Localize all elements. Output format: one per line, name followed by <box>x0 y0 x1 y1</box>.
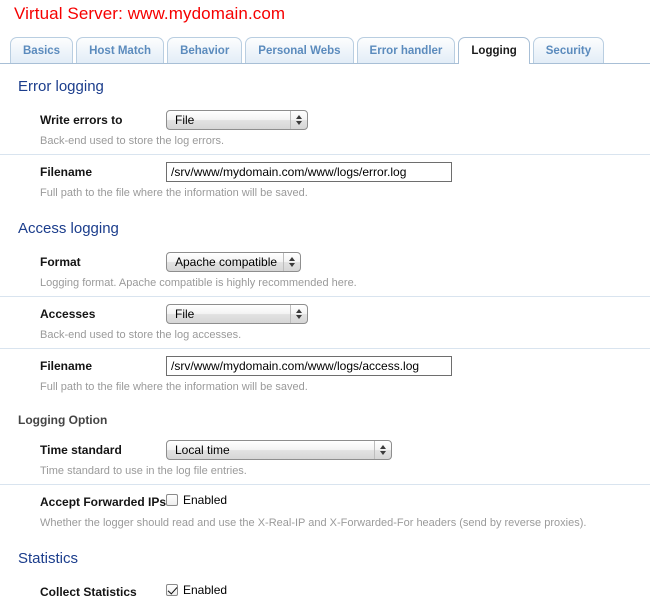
row-accesses: Accesses File Back-end used to store the… <box>0 296 650 348</box>
format-hint: Logging format. Apache compatible is hig… <box>40 277 357 289</box>
tab-label: Security <box>545 44 592 57</box>
row-format: Format Apache compatible Logging format.… <box>0 245 650 296</box>
accesses-label: Accesses <box>40 307 96 321</box>
updown-arrows-icon <box>290 305 307 323</box>
write-errors-to-label: Write errors to <box>40 113 123 127</box>
checkbox-label: Enabled <box>183 493 228 507</box>
access-filename-input[interactable] <box>166 356 452 376</box>
collect-statistics-label: Collect Statistics <box>40 585 137 597</box>
tab-label: Personal Webs <box>258 44 341 57</box>
section-heading-access-logging: Access logging <box>18 220 119 237</box>
time-standard-select[interactable]: Local time <box>166 440 392 460</box>
tab-behavior[interactable]: Behavior <box>167 37 243 63</box>
tab-label: Basics <box>23 44 61 57</box>
updown-arrows-icon <box>283 253 300 271</box>
accept-forwarded-ips-checkbox[interactable]: Enabled <box>166 493 227 507</box>
settings-content: Error logging Write errors to File Back-… <box>0 64 650 597</box>
select-value: File <box>175 307 195 321</box>
row-time-standard: Time standard Local time Time standard t… <box>0 433 650 484</box>
error-filename-input[interactable] <box>166 162 452 182</box>
access-filename-hint: Full path to the file where the informat… <box>40 381 308 393</box>
error-filename-label: Filename <box>40 165 93 179</box>
page-title: Virtual Server: www.mydomain.com <box>14 4 286 23</box>
tab-label: Error handler <box>369 44 443 57</box>
accesses-select[interactable]: File <box>166 304 308 324</box>
tab-bar: Basics Host Match Behavior Personal Webs… <box>0 36 650 64</box>
virtual-server-logging-page: Virtual Server: www.mydomain.com Basics … <box>0 0 650 597</box>
error-filename-hint: Full path to the file where the informat… <box>40 187 308 199</box>
row-error-filename: Filename Full path to the file where the… <box>0 154 650 206</box>
tab-host-match[interactable]: Host Match <box>76 37 165 63</box>
accesses-hint: Back-end used to store the log accesses. <box>40 329 242 341</box>
checkbox-label: Enabled <box>183 583 228 597</box>
format-select[interactable]: Apache compatible <box>166 252 302 272</box>
format-label: Format <box>40 255 81 269</box>
tab-basics[interactable]: Basics <box>10 37 74 63</box>
accept-forwarded-ips-hint: Whether the logger should read and use t… <box>40 517 587 529</box>
row-access-filename: Filename Full path to the file where the… <box>0 348 650 400</box>
time-standard-hint: Time standard to use in the log file ent… <box>40 465 247 477</box>
updown-arrows-icon <box>290 111 307 129</box>
tab-error-handler[interactable]: Error handler <box>356 37 456 63</box>
select-value: Local time <box>175 443 230 457</box>
tab-personal-webs[interactable]: Personal Webs <box>245 37 354 63</box>
time-standard-label: Time standard <box>40 443 122 457</box>
row-accept-forwarded-ips: Accept Forwarded IPs Enabled Whether the… <box>0 484 650 536</box>
tab-label: Host Match <box>89 44 152 57</box>
tab-label: Logging <box>471 45 517 57</box>
tab-security[interactable]: Security <box>532 37 605 63</box>
section-heading-statistics: Statistics <box>18 550 79 567</box>
access-filename-label: Filename <box>40 359 93 373</box>
section-heading-error-logging: Error logging <box>18 78 104 95</box>
row-write-errors-to: Write errors to File Back-end used to st… <box>0 103 650 154</box>
section-heading-logging-option: Logging Option <box>18 413 108 427</box>
write-errors-to-hint: Back-end used to store the log errors. <box>40 135 225 147</box>
accept-forwarded-ips-label: Accept Forwarded IPs <box>40 495 167 509</box>
checkbox-box-icon <box>166 494 178 506</box>
select-value: Apache compatible <box>175 255 278 269</box>
tab-label: Behavior <box>180 44 230 57</box>
select-value: File <box>175 113 195 127</box>
write-errors-to-select[interactable]: File <box>166 110 308 130</box>
checkbox-box-icon <box>166 584 178 596</box>
row-collect-statistics: Collect Statistics Enabled Whether or no… <box>0 575 650 597</box>
collect-statistics-checkbox[interactable]: Enabled <box>166 583 227 597</box>
tab-logging[interactable]: Logging <box>458 37 530 64</box>
updown-arrows-icon <box>374 441 391 459</box>
